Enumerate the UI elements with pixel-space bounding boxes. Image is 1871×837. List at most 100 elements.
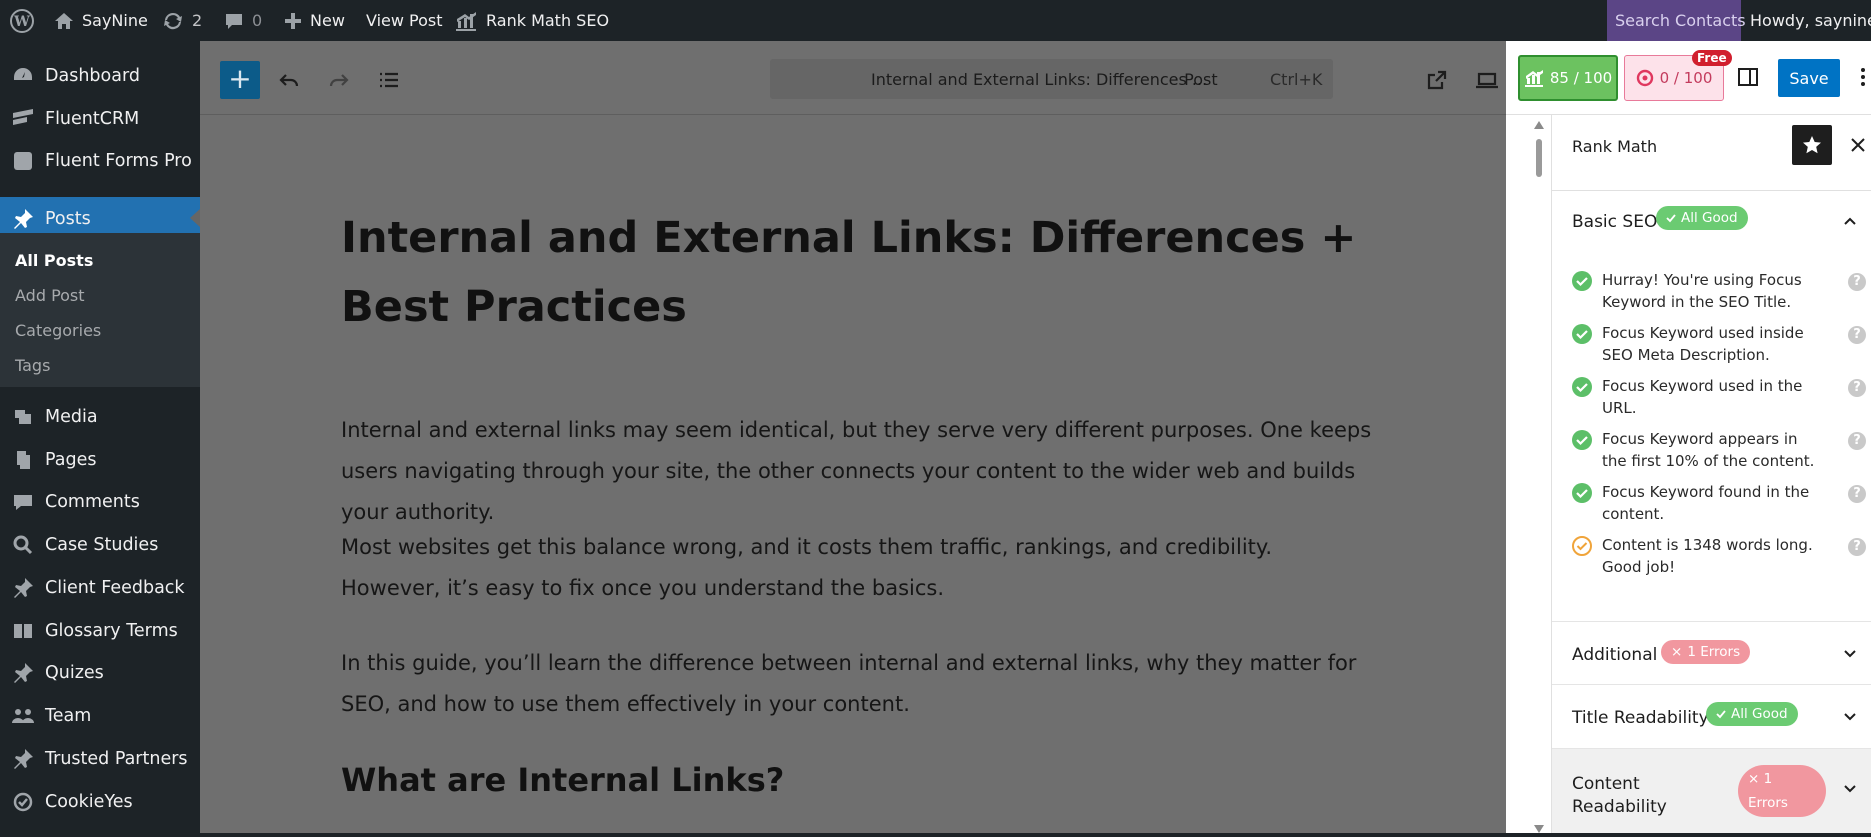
check-icon [1666, 214, 1676, 223]
sidebar-item-label: Glossary Terms [45, 621, 178, 641]
command-post-type: · Post [1174, 69, 1218, 89]
additional-label: Additional [1572, 645, 1658, 665]
sidebar-item-glossary-terms[interactable]: Glossary Terms [0, 613, 200, 649]
basic-seo-label[interactable]: Basic SEO [1572, 212, 1657, 232]
wordpress-logo-icon[interactable]: W [10, 0, 34, 41]
x-icon: × [1748, 771, 1760, 787]
badge-text: 1 Errors [1687, 644, 1741, 660]
additional-section[interactable]: Additional × 1 Errors [1552, 622, 1871, 685]
admin-sidebar: Dashboard FluentCRM Fluent Forms Pro Pos… [0, 41, 200, 833]
view-post-link[interactable]: View Post [366, 0, 443, 41]
sidebar-item-client-feedback[interactable]: Client Feedback [0, 570, 200, 606]
post-title[interactable]: Internal and External Links: Differences… [341, 204, 1371, 342]
check-item-text: Focus Keyword found in the content. [1602, 483, 1810, 523]
sidebar-item-label: Posts [45, 208, 91, 229]
submenu-all-posts[interactable]: All Posts [15, 251, 93, 270]
seo-score-button[interactable]: 85 / 100 [1518, 55, 1618, 101]
help-icon[interactable]: ? [1848, 326, 1866, 344]
preview-device-icon[interactable] [1470, 63, 1504, 97]
check-circle-icon [1572, 377, 1592, 397]
updates-link[interactable]: 2 [162, 0, 202, 41]
status-badge: All Good [1656, 206, 1748, 230]
check-circle-icon [1572, 271, 1592, 291]
pin-icon [0, 208, 45, 230]
external-link-icon[interactable] [1420, 63, 1454, 97]
basic-seo-section: Basic SEO All Good Hurray! You're using … [1552, 191, 1871, 622]
site-name-link[interactable]: SayNine [54, 0, 148, 41]
sidebar-item-cookieyes[interactable]: CookieYes [0, 784, 200, 820]
save-button[interactable]: Save [1778, 59, 1840, 97]
submenu-add-post[interactable]: Add Post [15, 286, 85, 305]
document-overview-icon[interactable] [372, 63, 406, 97]
chevron-down-icon[interactable] [1842, 709, 1858, 725]
sidebar-item-label: Quizes [45, 663, 104, 683]
view-post-label: View Post [366, 11, 443, 30]
command-title: Internal and External Links: Differences… [871, 69, 1208, 89]
block-inserter-button[interactable]: + [220, 61, 260, 99]
more-options-icon[interactable] [1860, 65, 1866, 89]
scrollbar[interactable] [1532, 121, 1546, 833]
undo-icon[interactable] [272, 63, 306, 97]
sidebar-item-dashboard[interactable]: Dashboard [0, 58, 200, 94]
help-icon[interactable]: ? [1848, 485, 1866, 503]
title-readability-section[interactable]: Title Readability All Good [1552, 685, 1871, 749]
chevron-down-icon[interactable] [1842, 781, 1858, 797]
redo-icon[interactable] [322, 63, 356, 97]
content-ai-score-value: 0 / 100 [1659, 69, 1713, 87]
submenu-categories[interactable]: Categories [15, 321, 101, 340]
sidebar-item-team[interactable]: Team [0, 698, 200, 734]
error-badge: × 1 Errors [1661, 640, 1751, 664]
editor-toolbar: + Internal and External Links: Differenc… [200, 41, 1506, 115]
admin-bar: W SayNine 2 0 New View Post Rank Math SE… [0, 0, 1871, 41]
help-icon[interactable]: ? [1848, 379, 1866, 397]
check-item-text: Focus Keyword used inside SEO Meta Descr… [1602, 324, 1804, 364]
heading-block[interactable]: What are Internal Links? [341, 761, 784, 799]
content-readability-section[interactable]: Content Readability × 1 Errors [1552, 749, 1871, 833]
help-icon[interactable]: ? [1848, 273, 1866, 291]
sidebar-item-quizes[interactable]: Quizes [0, 655, 200, 691]
sidebar-item-label: FluentCRM [45, 109, 140, 129]
help-icon[interactable]: ? [1848, 432, 1866, 450]
star-icon[interactable] [1792, 125, 1832, 165]
sidebar-item-label: CookieYes [45, 792, 133, 812]
sidebar-item-fluentcrm[interactable]: FluentCRM [0, 101, 200, 137]
sidebar-item-media[interactable]: Media [0, 399, 200, 435]
command-palette-bar[interactable]: Internal and External Links: Differences… [770, 59, 1333, 99]
title-readability-label: Title Readability [1572, 708, 1709, 728]
warning-circle-icon [1572, 536, 1592, 556]
submenu-tags[interactable]: Tags [15, 356, 50, 375]
pin-icon [0, 662, 45, 684]
close-icon[interactable] [1850, 137, 1866, 157]
sidebar-item-fluent-forms-pro[interactable]: Fluent Forms Pro [0, 143, 200, 179]
sidebar-item-label: Pages [45, 450, 97, 470]
search-contacts-button[interactable]: Search Contacts [1607, 0, 1746, 41]
paragraph-block[interactable]: Most websites get this balance wrong, an… [341, 527, 1341, 609]
sidebar-toggle-icon[interactable] [1736, 65, 1760, 93]
new-content-link[interactable]: New [284, 0, 345, 41]
chevron-up-icon[interactable] [1842, 213, 1858, 229]
updates-icon [164, 12, 182, 29]
paragraph-block[interactable]: In this guide, you’ll learn the differen… [341, 643, 1381, 725]
sidebar-item-label: Dashboard [45, 66, 140, 86]
check-circle-icon [1572, 430, 1592, 450]
check-item-text: Focus Keyword appears in the first 10% o… [1602, 430, 1815, 470]
chevron-down-icon[interactable] [1842, 646, 1858, 662]
paragraph-block[interactable]: Internal and external links may seem ide… [341, 410, 1391, 533]
rank-math-link[interactable]: Rank Math SEO [454, 0, 609, 41]
howdy-user-menu[interactable]: Howdy, saynine [1750, 0, 1871, 41]
new-label: New [310, 11, 345, 30]
comments-link[interactable]: 0 [224, 0, 262, 41]
dashboard-icon [0, 65, 45, 87]
sidebar-item-trusted-partners[interactable]: Trusted Partners [0, 741, 200, 777]
fluent-forms-icon [0, 150, 45, 172]
comment-icon [226, 13, 242, 29]
sidebar-item-pages[interactable]: Pages [0, 442, 200, 478]
sidebar-item-comments[interactable]: Comments [0, 484, 200, 520]
sidebar-item-label: Media [45, 407, 98, 427]
help-icon[interactable]: ? [1848, 538, 1866, 556]
rank-math-icon [456, 11, 476, 31]
badge-text: All Good [1731, 706, 1788, 722]
sidebar-item-case-studies[interactable]: Case Studies [0, 527, 200, 563]
block-editor: + Internal and External Links: Differenc… [200, 41, 1506, 833]
howdy-label: Howdy, saynine [1750, 11, 1871, 30]
